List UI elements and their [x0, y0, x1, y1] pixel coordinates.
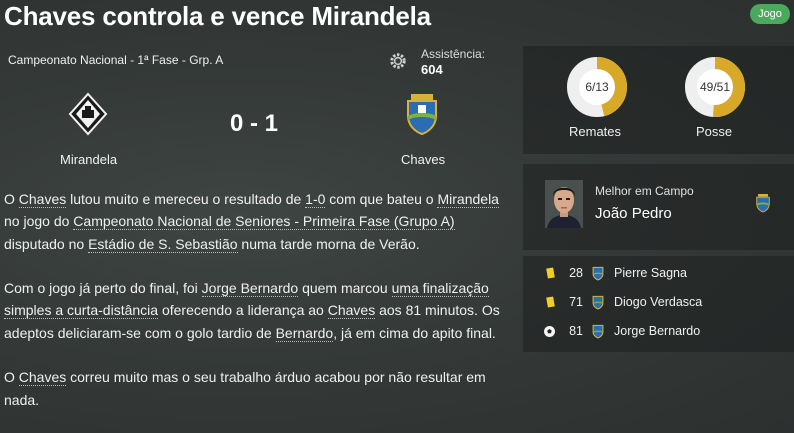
match-score: 0 - 1 [230, 110, 279, 137]
team-link[interactable]: Chaves [327, 302, 376, 320]
best-player-name[interactable]: João Pedro [595, 205, 672, 222]
stadium-link[interactable]: Estádio de S. Sebastião [88, 235, 238, 253]
match-badge[interactable]: Jogo [750, 4, 790, 24]
yellow-card-icon [546, 267, 555, 279]
player-avatar[interactable] [545, 180, 583, 228]
attendance-value: 604 [421, 62, 443, 77]
event-player: Jorge Bernardo [614, 324, 701, 338]
event-player: Diogo Verdasca [614, 295, 703, 309]
report-paragraph: O Chaves lutou muito e mereceu o resulta… [4, 191, 499, 253]
mirandela-crest-icon[interactable] [68, 92, 108, 136]
chaves-crest-icon[interactable] [754, 192, 772, 214]
stadium-icon [390, 53, 406, 69]
event-row[interactable]: 81 Jorge Bernardo [523, 321, 794, 343]
event-row[interactable]: 28 Pierre Sagna [523, 263, 794, 285]
player-link[interactable]: Bernardo [275, 324, 334, 342]
chaves-crest-icon[interactable] [402, 92, 442, 136]
team-link[interactable]: Mirandela [437, 191, 499, 208]
home-team-name[interactable]: Mirandela [60, 152, 117, 167]
shots-value: 6/13 [585, 80, 609, 94]
away-team-name[interactable]: Chaves [401, 152, 445, 167]
chaves-crest-icon [592, 295, 604, 310]
shots-label: Remates [569, 124, 622, 139]
result-link[interactable]: 1-0 [305, 191, 326, 208]
possession-value: 49/51 [699, 80, 731, 94]
best-player-label: Melhor em Campo [595, 184, 694, 198]
player-link[interactable]: Jorge Bernardo [201, 280, 299, 298]
page-title: Chaves controla e vence Mirandela [4, 1, 431, 31]
yellow-card-icon [546, 296, 555, 308]
team-link[interactable]: Chaves [18, 191, 67, 208]
competition-label[interactable]: Campeonato Nacional - 1ª Fase - Grp. A [8, 53, 223, 67]
event-minute: 28 [569, 266, 583, 280]
event-minute: 81 [569, 324, 583, 338]
chaves-crest-icon [592, 266, 604, 281]
ball-icon [544, 326, 555, 337]
report-paragraph: O Chaves correu muito mas o seu trabalho… [4, 369, 486, 408]
competition-link[interactable]: Campeonato Nacional de Seniores - Primei… [73, 213, 455, 231]
report-paragraph: Com o jogo já perto do final, foi Jorge … [4, 280, 500, 342]
event-row[interactable]: 71 Diogo Verdasca [523, 292, 794, 314]
event-minute: 71 [569, 295, 583, 309]
match-report: O Chaves lutou muito e mereceu o resulta… [4, 188, 508, 433]
event-player: Pierre Sagna [614, 266, 687, 280]
possession-label: Posse [696, 124, 733, 139]
attendance-label: Assistência: [421, 47, 486, 61]
team-link[interactable]: Chaves [18, 369, 67, 387]
match-stats-panel [523, 46, 794, 154]
chaves-crest-icon [592, 324, 604, 339]
